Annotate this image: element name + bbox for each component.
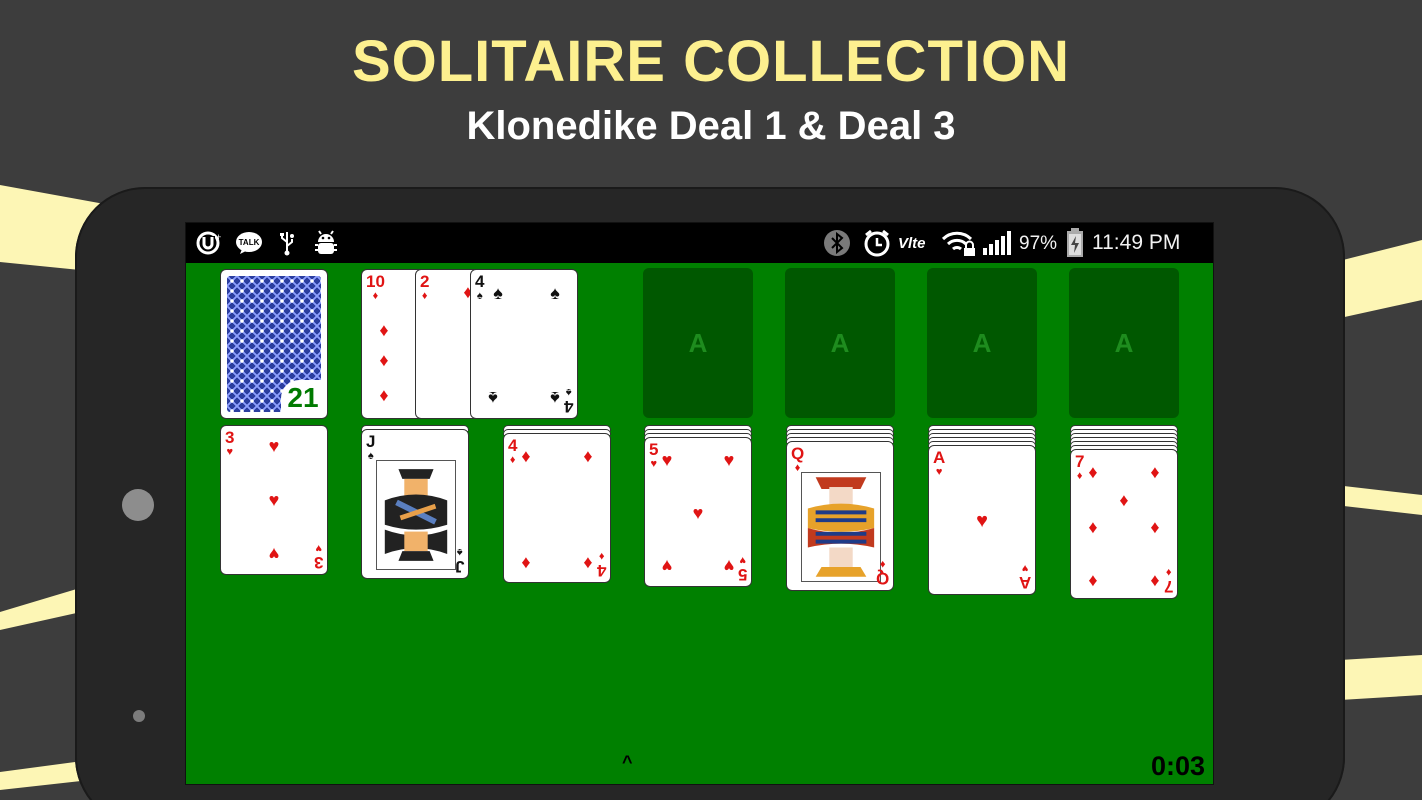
sensor <box>133 710 145 722</box>
promo-title: SOLITAIRE COLLECTION <box>351 29 1071 94</box>
game-timer: 0:03 <box>1150 751 1205 781</box>
volte-icon: Vlte <box>898 230 938 256</box>
stock-pile[interactable]: 21 <box>220 269 328 419</box>
clock: 11:49 PM <box>1092 231 1181 254</box>
uplus-icon: + <box>196 230 224 256</box>
jack-face-art <box>376 460 456 570</box>
wifi-locked-icon <box>940 230 978 256</box>
tableau-card[interactable]: Q ♦ Q ♦ <box>786 441 894 591</box>
usb-icon <box>278 230 296 256</box>
promo-subtitle: Klonedike Deal 1 & Deal 3 <box>466 104 956 148</box>
foundation-slot[interactable]: A <box>1069 268 1179 418</box>
svg-text:TALK: TALK <box>239 238 260 247</box>
tableau-card[interactable]: 3 ♥ ♥ ♥ ♥ 3 ♥ <box>220 425 328 575</box>
bluetooth-icon <box>822 230 852 256</box>
battery-charging-icon <box>1065 228 1085 257</box>
tableau-card[interactable]: 5 ♥ ♥ ♥ ♥ ♥ ♥ 5 ♥ <box>644 437 752 587</box>
tableau-card[interactable]: A ♥ ♥ A ♥ <box>928 445 1036 595</box>
status-bar: + TALK Vlte 97% 11:49 PM <box>186 223 1213 263</box>
stock-count: 21 <box>281 380 325 416</box>
svg-text:Vlte: Vlte <box>898 235 926 252</box>
foundation-slot[interactable]: A <box>927 268 1037 418</box>
tableau-card[interactable]: J ♠ J ♠ <box>361 429 469 579</box>
waste-top-card[interactable]: 4 ♠ ♠ ♠ ♠ ♠ 4 ♠ <box>470 269 578 419</box>
alarm-icon <box>862 229 892 257</box>
android-debug-icon <box>312 230 340 256</box>
kakaotalk-icon: TALK <box>234 230 264 256</box>
signal-icon <box>982 230 1014 256</box>
game-screen: + TALK Vlte 97% 11:49 PM 21 10 ♦ ♦ ♦ ♦ 2… <box>185 222 1214 785</box>
foundation-slot[interactable]: A <box>643 268 753 418</box>
foundation-slot[interactable]: A <box>785 268 895 418</box>
queen-face-art <box>801 472 881 582</box>
menu-chevron-up-icon[interactable]: ^ <box>622 752 633 773</box>
tableau-card[interactable]: 7 ♦ ♦ ♦ ♦ ♦ ♦ ♦ ♦ 7 ♦ <box>1070 449 1178 599</box>
battery-percent: 97% <box>1019 233 1058 254</box>
tableau-card[interactable]: 4 ♦ ♦ ♦ ♦ ♦ 4 ♦ <box>503 433 611 583</box>
front-camera <box>122 489 154 521</box>
svg-text:+: + <box>216 232 221 242</box>
